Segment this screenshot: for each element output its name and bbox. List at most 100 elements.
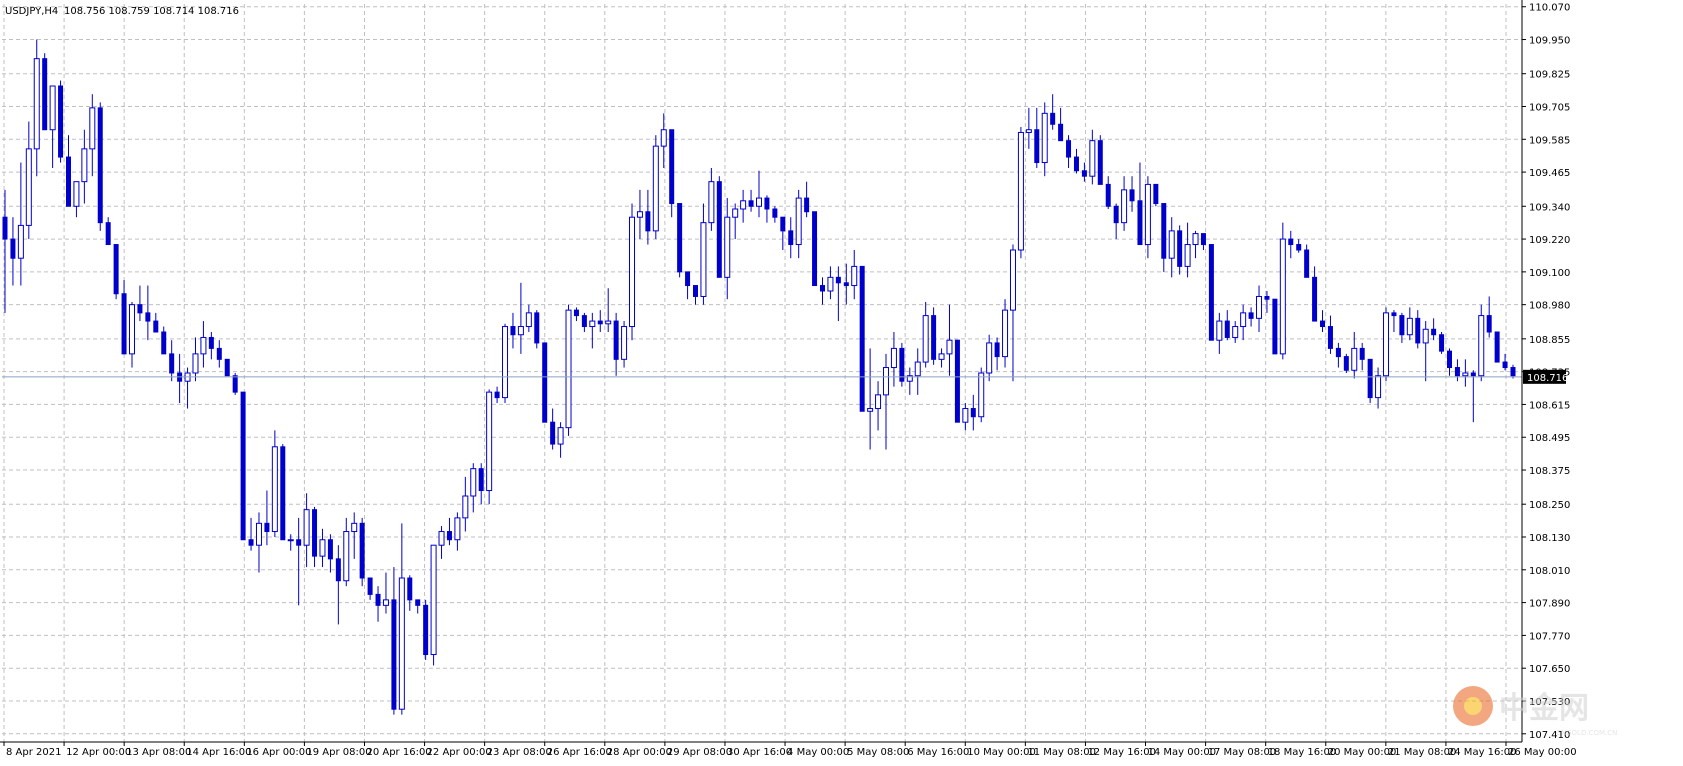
candle (1113, 203, 1119, 240)
candle-body-bull (756, 197, 762, 207)
watermark-brand: 中金网 (1499, 691, 1589, 726)
candle (724, 198, 731, 300)
x-tick-label: 8 Apr 2021 (6, 747, 61, 758)
candle-body-bull (565, 309, 572, 429)
candle-body-bull (882, 367, 889, 396)
x-axis-labels: 8 Apr 2021 12 Apr 00:0013 Apr 08:0014 Apr… (6, 747, 1577, 758)
candle-body-bear (693, 285, 699, 297)
candle-body-bear (1097, 140, 1103, 185)
candle (946, 304, 953, 376)
candle (486, 389, 493, 505)
candle (1335, 342, 1341, 368)
candle (1447, 348, 1453, 376)
x-tick-label: 5 May 08:00 (847, 747, 909, 758)
candle-body-bear (1073, 156, 1079, 172)
chart-svg: 110.070 109.950 109.825 109.705 109.585 109.4… (0, 0, 1617, 758)
candle-body-bull (867, 408, 874, 412)
candle-body-bear (1335, 347, 1341, 358)
candle (700, 203, 707, 305)
candle-body-bear (804, 197, 810, 213)
candle (1224, 310, 1230, 341)
candle-body-bull (875, 394, 882, 410)
candle-body-bear (232, 375, 238, 393)
candle (827, 266, 834, 300)
candle-body-bull (740, 200, 747, 210)
candle-body-bull (1422, 328, 1429, 344)
candle-body-bull (128, 304, 135, 355)
candle (660, 113, 667, 168)
x-tick-label: 18 May 16:00 (1268, 747, 1337, 758)
candle-body-bull (1017, 131, 1024, 251)
candle-body-bear (1050, 112, 1056, 125)
y-tick-label: 108.980 (1529, 301, 1570, 312)
x-tick-label: 14 Apr 16:00 (186, 747, 251, 758)
candle (216, 340, 222, 368)
candle (391, 567, 397, 715)
y-tick-label: 108.010 (1529, 566, 1570, 577)
candle-body-bear (1510, 367, 1516, 377)
candle (1144, 176, 1151, 259)
candle (271, 430, 278, 537)
candle-body-bear (1320, 320, 1326, 328)
candle (1002, 299, 1009, 368)
candle (1383, 307, 1390, 382)
candle-body-bear (1486, 315, 1492, 333)
y-tick-label: 109.950 (1529, 36, 1570, 47)
candle-body-bull (1406, 317, 1413, 336)
candle (1288, 230, 1294, 259)
candle (58, 80, 64, 163)
candle (1034, 107, 1040, 168)
candle (10, 217, 16, 286)
candle (931, 307, 937, 365)
candle (962, 403, 969, 431)
candle (494, 386, 500, 404)
candle (708, 168, 715, 231)
candle (343, 517, 350, 587)
candle (145, 285, 151, 341)
candle-body-bear (835, 276, 841, 284)
candle (534, 310, 540, 349)
candle-body-bear (1153, 183, 1159, 205)
candle-body-bear (899, 347, 905, 382)
watermark-logo-inner-icon (1464, 697, 1482, 715)
candle-body-bull (192, 353, 199, 374)
candle-body-bear (1200, 233, 1206, 246)
candle-body-bear (1224, 320, 1230, 338)
candle (645, 189, 651, 245)
candle-body-bear (113, 244, 119, 295)
candle-body-bull (986, 342, 993, 374)
candle (922, 301, 929, 368)
candle (954, 339, 960, 423)
x-tick-label: 16 Apr 00:00 (246, 747, 311, 758)
candle (105, 217, 111, 246)
candle (732, 203, 739, 240)
candle-body-bull (17, 224, 24, 259)
candle (1375, 367, 1382, 409)
candle (255, 512, 262, 573)
candle-body-bear (1058, 123, 1064, 142)
candle-body-bear (510, 326, 516, 336)
candle-body-bull (978, 372, 985, 418)
candle-body-bear (1399, 315, 1405, 336)
candle (65, 135, 71, 207)
candle-body-bear (1081, 170, 1087, 177)
y-tick-label: 109.340 (1529, 202, 1570, 213)
candle-body-bear (216, 347, 222, 360)
candle-body-bear (1034, 129, 1040, 164)
candle (597, 310, 603, 332)
candle (557, 422, 564, 458)
candle-body-bull (1089, 140, 1096, 177)
candle (169, 340, 175, 382)
candle (184, 367, 191, 409)
candle (1272, 298, 1278, 355)
candle-body-bear (161, 331, 167, 355)
candle-body-bear (843, 282, 849, 287)
candle-body-bear (105, 222, 111, 246)
candle-body-bull (73, 181, 80, 207)
candle (1391, 310, 1397, 332)
candle-body-bear (931, 315, 937, 360)
candle-body-bear (1248, 312, 1254, 319)
candle-body-bear (994, 342, 1000, 358)
candle (1439, 332, 1445, 354)
candle (280, 444, 286, 541)
